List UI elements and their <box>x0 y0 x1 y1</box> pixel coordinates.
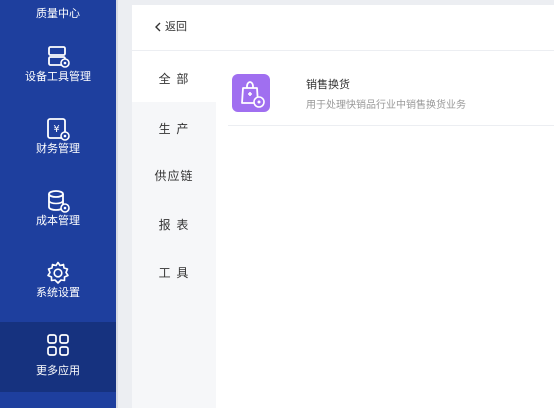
sidebar-item-cost[interactable]: 成本管理 <box>0 188 116 240</box>
chevron-left-icon <box>155 22 161 32</box>
sidebar-item-more-apps[interactable]: 更多应用 <box>0 322 116 392</box>
sidebar-item-label: 系统设置 <box>36 286 80 299</box>
category-label: 报 表 <box>158 218 190 232</box>
sidebar-item-label: 更多应用 <box>36 364 80 377</box>
sidebar-item-finance[interactable]: ¥ 财务管理 <box>0 116 116 168</box>
category-tools[interactable]: 工 具 <box>132 250 216 296</box>
back-button[interactable]: 返回 <box>154 19 187 35</box>
sidebar-item-label: 设备工具管理 <box>25 70 91 83</box>
settings-gear-icon <box>47 261 69 284</box>
category-supply-chain[interactable]: 供应链 <box>132 153 216 199</box>
app-icon-bg <box>232 74 270 112</box>
sidebar-item-label: 财务管理 <box>36 142 80 155</box>
category-label: 供应链 <box>154 169 194 183</box>
app-list: 销售换货 用于处理快销品行业中销售换货业务 <box>216 56 554 408</box>
category-label: 全 部 <box>158 72 190 86</box>
app-card-sales-exchange[interactable]: 销售换货 用于处理快销品行业中销售换货业务 <box>228 64 554 126</box>
grid-apps-icon <box>47 334 69 356</box>
sidebar-item-system-settings[interactable]: 系统设置 <box>0 260 116 312</box>
svg-text:¥: ¥ <box>53 124 59 135</box>
sidebar-item-label: 质量中心 <box>36 7 80 20</box>
sidebar-item-label: 成本管理 <box>36 214 80 227</box>
content-gutter <box>118 0 132 408</box>
category-list: 全 部 生 产 供应链 报 表 工 具 <box>132 56 216 408</box>
sidebar-item-quality-center[interactable]: 质量中心 <box>0 0 116 30</box>
category-label: 生 产 <box>158 122 190 136</box>
cost-database-icon <box>48 190 70 213</box>
category-label: 工 具 <box>158 266 190 280</box>
shopping-bag-icon <box>241 81 265 108</box>
device-tool-icon <box>48 46 70 68</box>
category-reports[interactable]: 报 表 <box>132 202 216 248</box>
sidebar-item-device-tools[interactable]: 设备工具管理 <box>0 44 116 96</box>
finance-icon: ¥ <box>47 118 70 141</box>
app-title: 销售换货 <box>306 78 350 91</box>
back-bar: 返回 <box>132 5 554 51</box>
category-production[interactable]: 生 产 <box>132 106 216 152</box>
app-description: 用于处理快销品行业中销售换货业务 <box>306 100 466 111</box>
category-all[interactable]: 全 部 <box>132 56 216 102</box>
back-label: 返回 <box>165 20 187 33</box>
